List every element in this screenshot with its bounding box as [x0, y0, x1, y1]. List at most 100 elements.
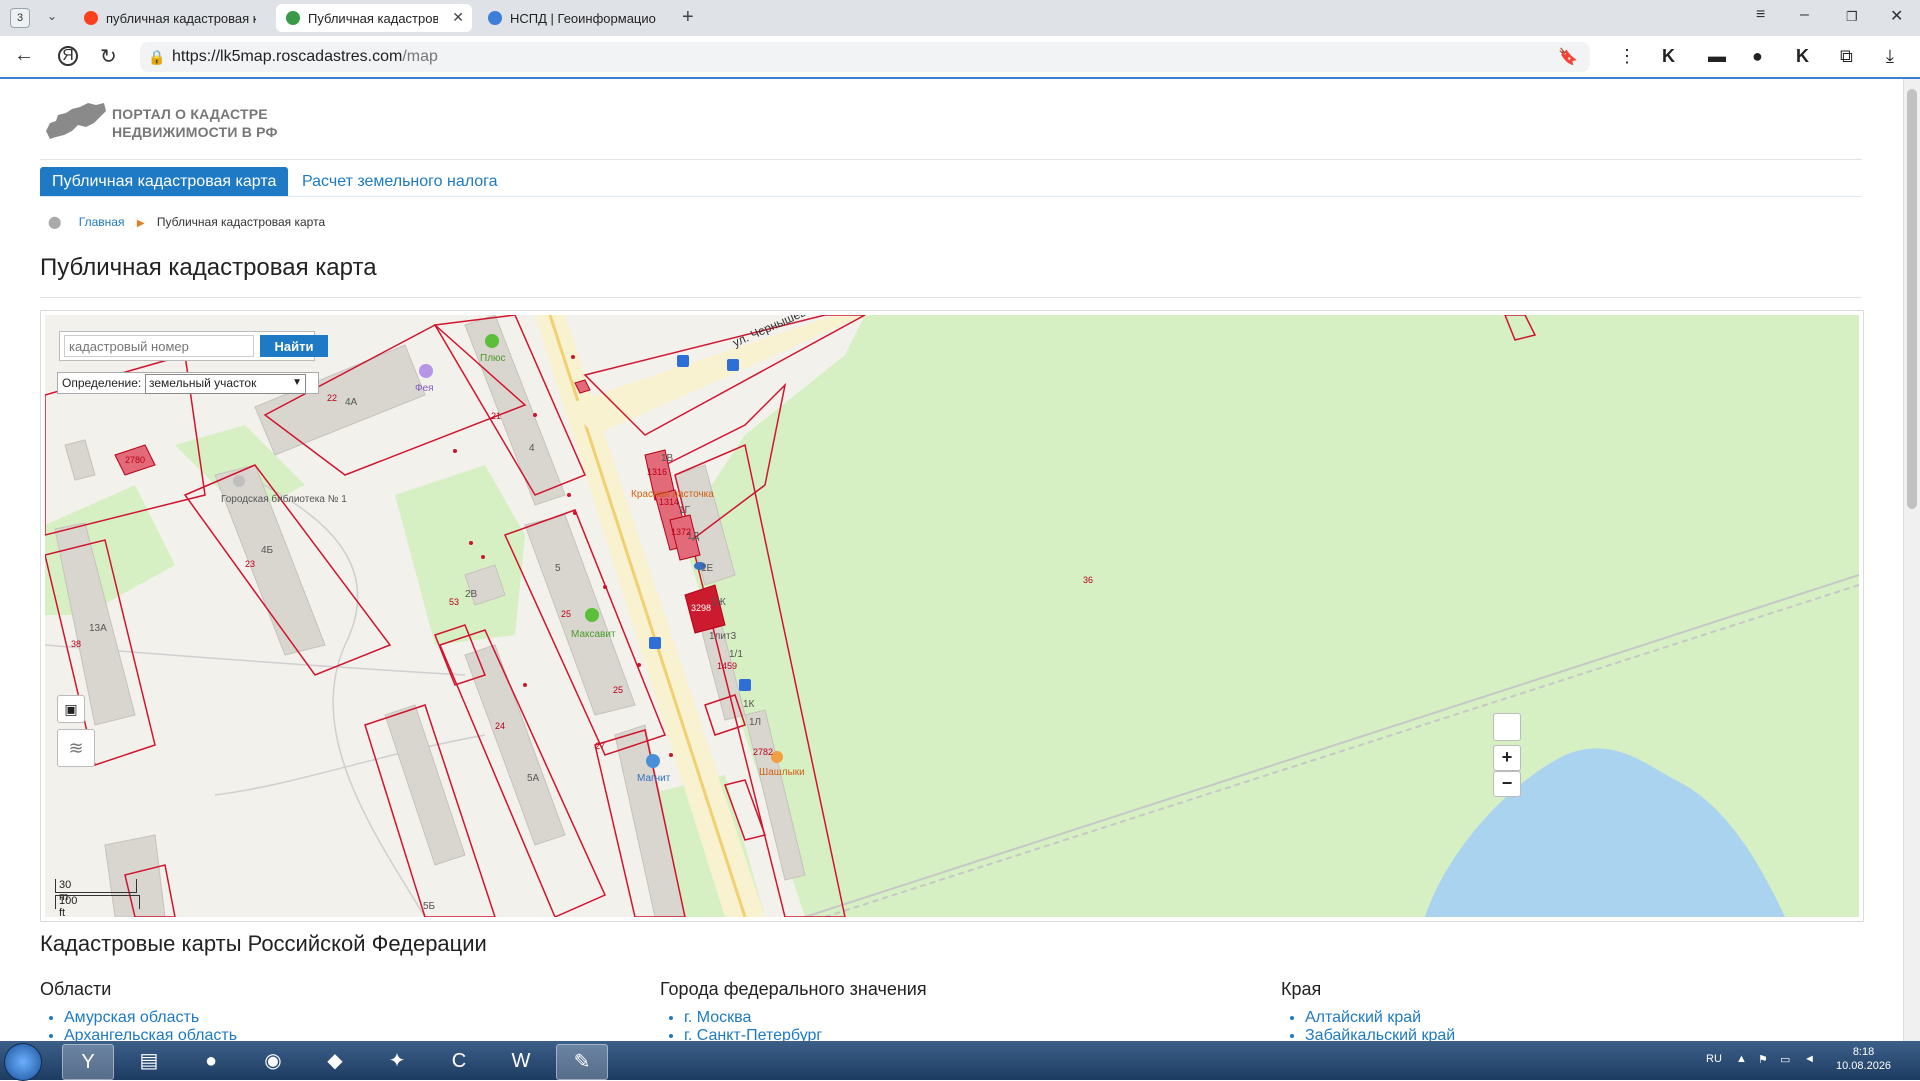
- downloads-icon[interactable]: ⤓: [1886, 46, 1894, 67]
- chevron-down-icon: ▼: [292, 377, 302, 388]
- taskbar-app-active[interactable]: ✎: [556, 1044, 608, 1080]
- poi-label-maksavit: Максавит: [571, 629, 616, 640]
- volume-icon[interactable]: ◄: [1804, 1053, 1815, 1065]
- tab-yandex-search[interactable]: публичная кадастровая к: [74, 4, 274, 32]
- tab-counter[interactable]: 3: [10, 8, 30, 28]
- flag-icon[interactable]: ⚑: [1758, 1053, 1768, 1066]
- definition-label: Определение:: [62, 376, 142, 390]
- parcel-node: [669, 753, 673, 757]
- parcel-number: 25: [561, 609, 571, 619]
- nav-cadastral-map[interactable]: Публичная кадастровая карта: [40, 167, 289, 196]
- parcel-node: [533, 413, 537, 417]
- url-field[interactable]: 🔒 https://lk5map.roscadastres.com/map 🔖: [140, 42, 1590, 72]
- building-label: 1Л: [749, 717, 761, 728]
- extension-k-icon[interactable]: K: [1662, 46, 1675, 67]
- minimize-button[interactable]: –: [1800, 6, 1809, 24]
- extension-shield-icon[interactable]: ▬: [1708, 46, 1726, 67]
- region-link[interactable]: г. Москва: [684, 1009, 822, 1027]
- chevron-down-icon[interactable]: ⌄: [42, 9, 62, 27]
- tab-nspd[interactable]: НСПД | Геоинформацио: [478, 4, 674, 32]
- map-container: ул. Чернышевского Плюс Фея Городская биб…: [40, 310, 1864, 922]
- yandex-logo-icon[interactable]: Я: [58, 46, 78, 66]
- parcel-number: 53: [449, 597, 459, 607]
- pharmacy-icon[interactable]: [585, 608, 599, 622]
- bus-stop-icon[interactable]: [739, 679, 751, 691]
- parcel-number: 1459: [717, 661, 737, 671]
- parcel-node: [567, 493, 571, 497]
- building: [464, 644, 566, 846]
- start-button[interactable]: [4, 1043, 42, 1081]
- taskbar-app-tool[interactable]: ✦: [372, 1044, 422, 1078]
- building-label: 5: [555, 563, 561, 574]
- map-icon: [286, 11, 300, 25]
- page-content: ПОРТАЛ О КАДАСТРЕ НЕДВИЖИМОСТИ В РФ Публ…: [0, 79, 1904, 1041]
- vertical-scrollbar[interactable]: [1903, 79, 1920, 1041]
- taskbar-app-globe[interactable]: ◉: [248, 1044, 298, 1078]
- building-label: 1лит3: [709, 631, 737, 642]
- building-label: 13А: [89, 623, 107, 634]
- definition-select[interactable]: земельный участок ▼: [145, 374, 306, 394]
- region-link[interactable]: Архангельская область: [64, 1027, 237, 1041]
- restore-button[interactable]: ❐: [1846, 9, 1858, 25]
- parcel-node: [573, 511, 577, 515]
- cadastral-number-input[interactable]: [64, 335, 254, 357]
- menu-icon[interactable]: ≡: [1756, 6, 1765, 24]
- site-logo-text[interactable]: ПОРТАЛ О КАДАСТРЕ НЕДВИЖИМОСТИ В РФ: [112, 105, 278, 141]
- new-tab-button[interactable]: +: [682, 6, 694, 29]
- search-button[interactable]: Найти: [260, 335, 328, 357]
- back-icon[interactable]: ←: [14, 44, 34, 67]
- extension-avatar-icon[interactable]: ●: [1752, 46, 1763, 67]
- tray-arrow-icon[interactable]: ▲: [1736, 1053, 1747, 1065]
- fullscreen-button[interactable]: [1493, 713, 1521, 741]
- tab-cadastral-map[interactable]: Публичная кадастрова ✕: [276, 4, 472, 32]
- salon-icon[interactable]: [419, 364, 433, 378]
- zoom-in-button[interactable]: +: [1493, 745, 1521, 771]
- shop-icon[interactable]: [646, 754, 660, 768]
- parcel-number: 1316: [647, 467, 667, 477]
- taskbar-firefox[interactable]: ●: [186, 1044, 236, 1078]
- close-icon[interactable]: ✕: [452, 9, 464, 26]
- parcel-number: 3298: [691, 603, 711, 613]
- bus-stop-icon[interactable]: [677, 355, 689, 367]
- url-text[interactable]: https://lk5map.roscadastres.com/map: [172, 48, 438, 66]
- library-icon[interactable]: [233, 475, 245, 487]
- cadastral-map[interactable]: ул. Чернышевского Плюс Фея Городская биб…: [45, 315, 1859, 917]
- pharmacy-icon[interactable]: [485, 334, 499, 348]
- scrollbar-thumb[interactable]: [1907, 89, 1917, 509]
- page-title: Публичная кадастровая карта: [40, 254, 377, 281]
- more-menu-icon[interactable]: ⋮: [1618, 46, 1636, 67]
- building-label: 4А: [345, 397, 358, 408]
- network-icon[interactable]: ▭: [1780, 1053, 1790, 1066]
- breadcrumb: ⬤ Главная ▶ Публичная кадастровая карта: [48, 215, 325, 229]
- close-window-button[interactable]: ✕: [1890, 6, 1903, 26]
- extension-k2-icon[interactable]: K: [1796, 46, 1809, 67]
- taskbar-explorer[interactable]: ▤: [124, 1044, 174, 1078]
- extensions-icon[interactable]: ⧉: [1840, 46, 1853, 67]
- measure-tool-button[interactable]: ▣: [57, 695, 85, 723]
- map-canvas[interactable]: ул. Чернышевского Плюс Фея Городская биб…: [45, 315, 1859, 917]
- divider: [40, 196, 1862, 197]
- bookmark-icon[interactable]: 🔖: [1558, 47, 1578, 67]
- parcel-number: 2782: [753, 747, 773, 757]
- taskbar-app-editor[interactable]: ◆: [310, 1044, 360, 1078]
- region-link[interactable]: г. Санкт-Петербург: [684, 1027, 822, 1041]
- region-link[interactable]: Забайкальский край: [1305, 1027, 1455, 1041]
- breadcrumb-home-link[interactable]: Главная: [79, 215, 125, 229]
- nav-land-tax[interactable]: Расчет земельного налога: [302, 167, 498, 196]
- taskbar-yandex-browser[interactable]: Y: [62, 1044, 114, 1080]
- region-list: Амурская область Архангельская область: [40, 1009, 237, 1041]
- layers-icon[interactable]: ≋: [57, 729, 95, 767]
- region-link[interactable]: Алтайский край: [1305, 1009, 1455, 1027]
- zoom-out-button[interactable]: −: [1493, 771, 1521, 797]
- reload-icon[interactable]: ↻: [100, 44, 117, 69]
- language-indicator[interactable]: RU: [1706, 1053, 1722, 1065]
- region-list: Алтайский край Забайкальский край: [1281, 1009, 1455, 1041]
- cadastral-search-box: Найти: [59, 331, 328, 361]
- taskbar-app-office[interactable]: W: [496, 1044, 546, 1078]
- taskbar-app-c[interactable]: C: [434, 1044, 484, 1078]
- bus-stop-icon[interactable]: [649, 637, 661, 649]
- parcel-node: [469, 541, 473, 545]
- clock[interactable]: 8:18 10.08.2026: [1836, 1045, 1891, 1073]
- region-link[interactable]: Амурская область: [64, 1009, 237, 1027]
- bus-stop-icon[interactable]: [727, 359, 739, 371]
